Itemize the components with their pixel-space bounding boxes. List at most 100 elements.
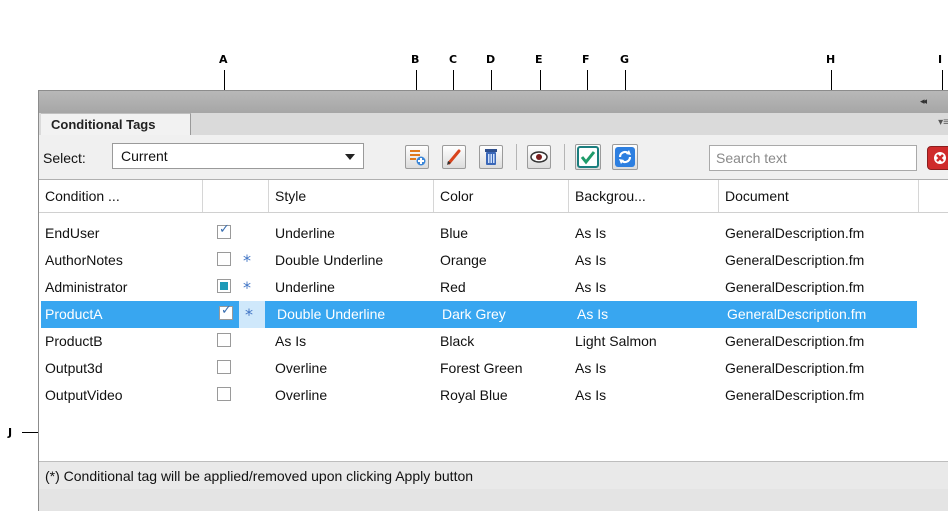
toolbar-separator (516, 144, 517, 170)
table-row[interactable]: EndUser Underline Blue As Is GeneralDescript… (39, 220, 915, 247)
color-value: Forest Green (440, 360, 523, 376)
table-row[interactable]: ProductB As Is Black Light Salmon GeneralDes… (39, 328, 915, 355)
table-header: Condition ... Style Color Backgrou... Do… (39, 180, 948, 213)
document-value: GeneralDescription.fm (725, 333, 865, 349)
style-value: Double Underline (277, 306, 386, 322)
column-header-condition[interactable]: Condition ... (39, 180, 203, 212)
callout-c: C (449, 53, 458, 66)
select-dropdown[interactable]: Current (112, 143, 364, 169)
apply-button[interactable] (575, 144, 601, 170)
table-row[interactable]: Output3d Overline Forest Green As Is General… (39, 355, 915, 382)
condition-name: ProductA (41, 301, 177, 328)
condition-name: Administrator (45, 279, 128, 295)
apply-checkbox[interactable] (219, 303, 233, 320)
document-value: GeneralDescription.fm (725, 279, 865, 295)
callout-g: G (620, 53, 630, 66)
background-value: As Is (575, 279, 607, 295)
condition-name: EndUser (45, 225, 100, 241)
table-row[interactable]: AuthorNotes * Double Underline Orange As Is G… (39, 247, 915, 274)
panel-menu-icon[interactable]: ▾≡ (938, 117, 948, 128)
apply-checkbox[interactable] (217, 279, 231, 293)
style-value: Underline (275, 225, 335, 241)
new-tag-icon (410, 150, 426, 166)
style-value: As Is (275, 333, 307, 349)
style-value: Underline (275, 279, 335, 295)
pending-change-star-icon: * (243, 251, 251, 270)
delete-tag-button[interactable] (479, 145, 503, 169)
edit-tag-button[interactable] (442, 145, 466, 169)
style-value: Overline (275, 360, 328, 376)
search-input[interactable]: Search text (709, 145, 917, 171)
background-value: As Is (575, 252, 607, 268)
toolbar: Select: Current Search text (39, 135, 948, 179)
apply-checkbox[interactable] (217, 387, 231, 401)
pending-change-star-icon: * (245, 305, 253, 324)
pending-change-star-icon: * (243, 278, 251, 297)
color-value: Orange (440, 252, 487, 268)
apply-checkbox[interactable] (217, 333, 231, 347)
condition-name: ProductB (45, 333, 103, 349)
color-value: Red (440, 279, 466, 295)
document-value: GeneralDescription.fm (725, 252, 865, 268)
collapse-panel-icon[interactable]: ◂◂ (920, 96, 927, 107)
callout-b: B (411, 53, 420, 66)
color-value: Black (440, 333, 475, 349)
callout-i: I (938, 53, 943, 66)
column-header-color[interactable]: Color (434, 180, 569, 212)
table-row[interactable]: Administrator * Underline Red As Is GeneralDe… (39, 274, 915, 301)
delete-icon (485, 149, 497, 165)
column-header-background[interactable]: Backgrou... (569, 180, 719, 212)
callout-h: H (826, 53, 836, 66)
column-header-style[interactable]: Style (269, 180, 434, 212)
clear-search-icon (934, 152, 946, 164)
apply-checkbox[interactable] (217, 222, 231, 239)
column-header-state[interactable] (203, 180, 269, 212)
callout-j: J (8, 426, 13, 439)
status-bar: (*) Conditional tag will be applied/remo… (39, 461, 948, 489)
style-value: Overline (275, 387, 328, 403)
select-value: Current (121, 148, 168, 164)
callout-f: F (582, 53, 590, 66)
callout-e: E (535, 53, 543, 66)
callout-a: A (219, 53, 228, 66)
status-text: (*) Conditional tag will be applied/remo… (45, 468, 474, 484)
background-value: As Is (575, 387, 607, 403)
color-value: Royal Blue (440, 387, 508, 403)
background-value: As Is (575, 360, 607, 376)
color-value: Dark Grey (442, 306, 506, 322)
select-label: Select: (43, 150, 86, 166)
chevron-down-icon (345, 154, 355, 160)
background-value: As Is (577, 306, 609, 322)
color-value: Blue (440, 225, 469, 241)
conditional-tags-panel: ◂◂ Conditional Tags ▾≡ Select: Current S… (38, 90, 948, 511)
condition-name: AuthorNotes (45, 252, 123, 268)
refresh-icon (615, 147, 635, 167)
panel-title-strip: ◂◂ (39, 91, 948, 113)
refresh-button[interactable] (612, 144, 638, 170)
table-row[interactable]: OutputVideo Overline Royal Blue As Is Genera… (39, 382, 915, 409)
column-header-document[interactable]: Document (719, 180, 919, 212)
apply-check-icon (577, 146, 599, 168)
apply-checkbox[interactable] (217, 252, 231, 266)
tab-row: Conditional Tags ▾≡ (39, 113, 948, 135)
document-value: GeneralDescription.fm (725, 360, 865, 376)
table-row[interactable]: ProductA * Double Underline Dark Grey As Is G… (41, 301, 917, 328)
document-value: GeneralDescription.fm (727, 306, 867, 322)
condition-name: OutputVideo (45, 387, 123, 403)
show-hide-icon (530, 151, 548, 163)
style-value: Double Underline (275, 252, 384, 268)
show-hide-button[interactable] (527, 145, 551, 169)
clear-search-button[interactable] (927, 146, 948, 170)
edit-icon (447, 149, 461, 165)
condition-name: Output3d (45, 360, 103, 376)
tab-conditional-tags[interactable]: Conditional Tags (41, 113, 191, 135)
document-value: GeneralDescription.fm (725, 225, 865, 241)
conditional-tags-table: Condition ... Style Color Backgrou... Do… (39, 179, 948, 462)
document-value: GeneralDescription.fm (725, 387, 865, 403)
callout-d: D (486, 53, 496, 66)
background-value: As Is (575, 225, 607, 241)
apply-checkbox[interactable] (217, 360, 231, 374)
toolbar-separator (564, 144, 565, 170)
background-value: Light Salmon (575, 333, 657, 349)
new-tag-button[interactable] (405, 145, 429, 169)
